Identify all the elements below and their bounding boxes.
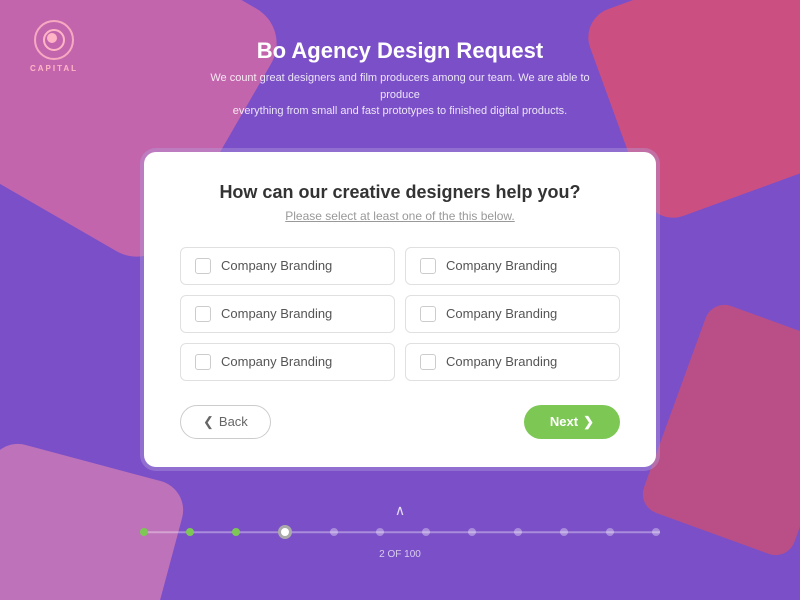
card-footer: ❮ Back Next ❯ <box>180 405 620 439</box>
option-label-2: Company Branding <box>446 258 557 273</box>
option-item-2[interactable]: Company Branding <box>405 247 620 285</box>
card-wrapper: How can our creative designers help you?… <box>0 148 800 471</box>
progress-dot-8 <box>468 528 476 536</box>
progress-dot-11 <box>606 528 614 536</box>
progress-dot-1 <box>140 528 148 536</box>
option-checkbox-3[interactable] <box>195 306 211 322</box>
page-subtitle: We count great designers and film produc… <box>190 70 610 120</box>
main-card: How can our creative designers help you?… <box>144 152 656 467</box>
option-checkbox-2[interactable] <box>420 258 436 274</box>
option-checkbox-4[interactable] <box>420 306 436 322</box>
progress-dot-9 <box>514 528 522 536</box>
progress-dot-7 <box>422 528 430 536</box>
progress-dot-3 <box>232 528 240 536</box>
options-grid: Company Branding Company Branding Compan… <box>180 247 620 381</box>
option-item-5[interactable]: Company Branding <box>180 343 395 381</box>
card-shadow: How can our creative designers help you?… <box>140 148 660 471</box>
page-container: CAPITAL Bo Agency Design Request We coun… <box>0 0 800 600</box>
option-checkbox-6[interactable] <box>420 354 436 370</box>
option-item-6[interactable]: Company Branding <box>405 343 620 381</box>
option-item-4[interactable]: Company Branding <box>405 295 620 333</box>
progress-dot-10 <box>560 528 568 536</box>
progress-dot-12 <box>652 528 660 536</box>
option-label-6: Company Branding <box>446 354 557 369</box>
chevron-left-icon: ❮ <box>203 414 214 430</box>
card-question: How can our creative designers help you? <box>180 182 620 203</box>
option-label-3: Company Branding <box>221 306 332 321</box>
option-label-5: Company Branding <box>221 354 332 369</box>
header: Bo Agency Design Request We count great … <box>0 0 800 130</box>
option-checkbox-1[interactable] <box>195 258 211 274</box>
back-button[interactable]: ❮ Back <box>180 405 271 439</box>
progress-dot-6 <box>376 528 384 536</box>
page-title: Bo Agency Design Request <box>257 38 543 64</box>
progress-arrow-icon: ∧ <box>395 502 405 519</box>
option-item-1[interactable]: Company Branding <box>180 247 395 285</box>
progress-dots <box>140 525 660 539</box>
option-checkbox-5[interactable] <box>195 354 211 370</box>
next-button[interactable]: Next ❯ <box>524 405 620 439</box>
progress-dot-5 <box>330 528 338 536</box>
option-item-3[interactable]: Company Branding <box>180 295 395 333</box>
progress-area: ∧ 2 OF 100 <box>0 502 800 560</box>
option-label-1: Company Branding <box>221 258 332 273</box>
progress-dot-current <box>278 525 292 539</box>
card-instruction: Please select at least one of the this b… <box>180 209 620 223</box>
progress-dot-2 <box>186 528 194 536</box>
option-label-4: Company Branding <box>446 306 557 321</box>
chevron-right-icon: ❯ <box>583 414 594 430</box>
progress-label: 2 OF 100 <box>379 549 421 560</box>
progress-track <box>140 525 660 539</box>
